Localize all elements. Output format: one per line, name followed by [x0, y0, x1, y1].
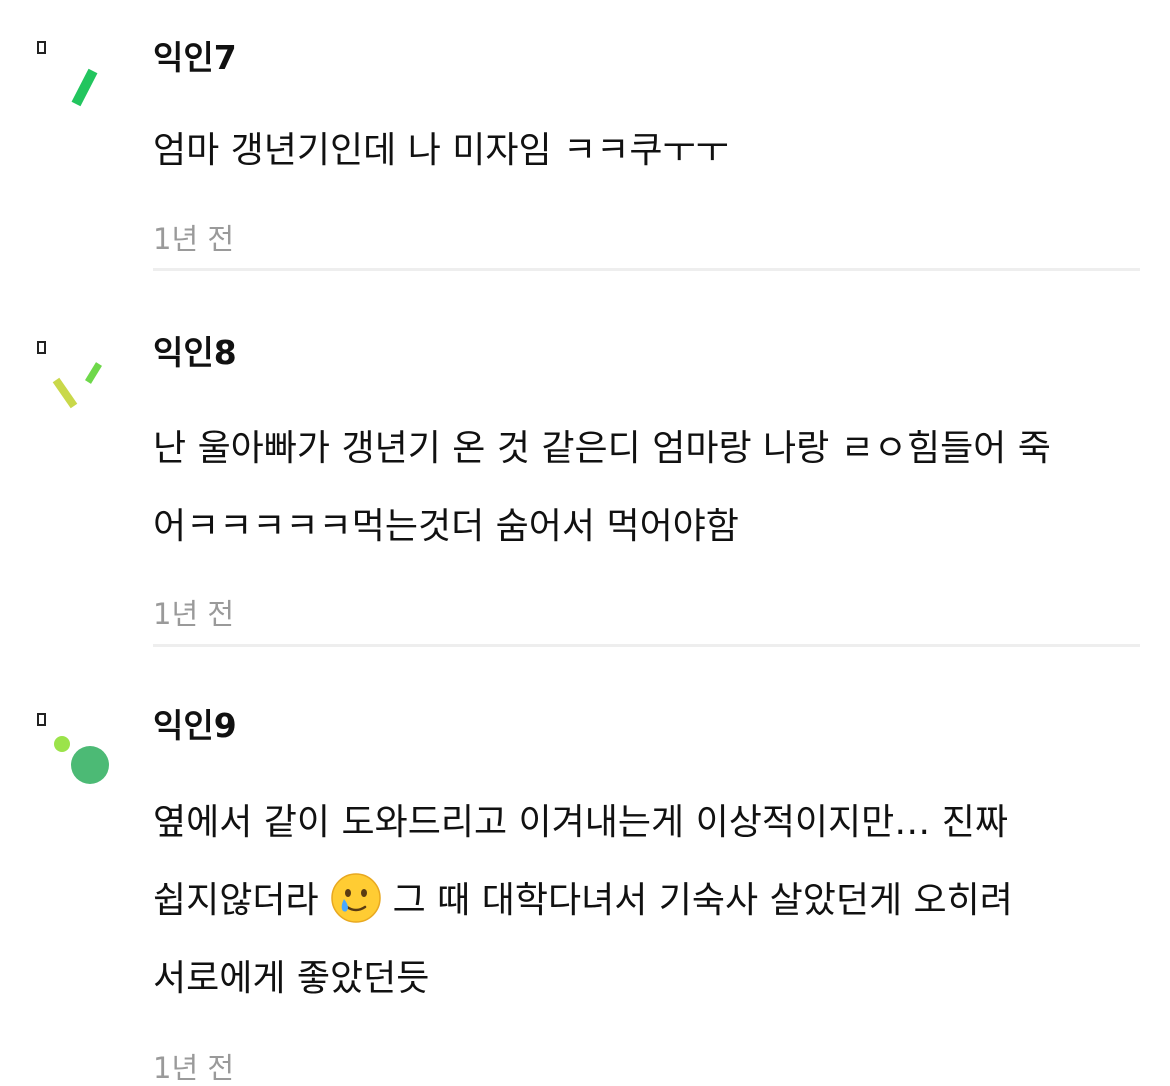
comment-text: 엄마 갱년기인데 나 미자임 ㅋㅋ쿠ㅜㅜ [153, 130, 729, 171]
timestamp: 1년 전 [153, 222, 235, 256]
username[interactable]: 익인8 [153, 333, 237, 373]
avatar-dash-icon [85, 362, 102, 384]
comment-text: 옆에서 같이 도와드리고 이겨내는게 이상적이지만… 진짜 쉽지않더라 그 때 … [153, 802, 1013, 999]
avatar-marker-icon [37, 341, 46, 354]
avatar-dash-icon [71, 68, 98, 107]
timestamp: 1년 전 [153, 597, 235, 631]
avatar-dot-icon [54, 736, 70, 752]
timestamp: 1년 전 [153, 1051, 235, 1085]
divider [153, 644, 1140, 647]
username[interactable]: 익인9 [153, 706, 237, 746]
avatar[interactable] [36, 338, 126, 428]
avatar-marker-icon [37, 41, 46, 54]
smiling-face-with-tear-icon [329, 871, 383, 925]
avatar-marker-icon [37, 713, 46, 726]
avatar-dot-icon [71, 746, 109, 784]
username[interactable]: 익인7 [153, 38, 237, 78]
avatar-dash-icon [52, 377, 78, 409]
avatar[interactable] [36, 710, 126, 800]
avatar[interactable] [36, 38, 126, 128]
comment-text: 난 울아빠가 갱년기 온 것 같은디 엄마랑 나랑 ㄹㅇ힘들어 죽 어ㅋㅋㅋㅋㅋ… [153, 428, 1051, 547]
divider [153, 268, 1140, 271]
